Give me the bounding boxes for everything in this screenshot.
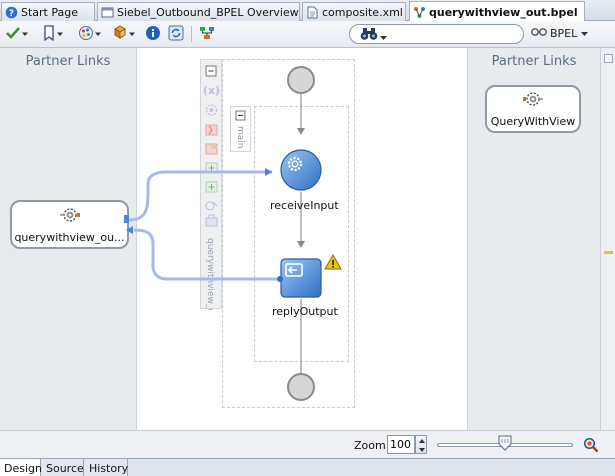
refresh-icon <box>168 25 184 44</box>
bpel-process-icon <box>413 6 426 19</box>
search-box[interactable] <box>349 24 524 44</box>
document-icon <box>306 6 319 19</box>
layout-icon <box>199 25 215 44</box>
zoom-label: Zoom: <box>354 439 390 452</box>
bpel-label: BPEL <box>550 27 578 40</box>
vertical-scrollbar[interactable] <box>600 48 615 430</box>
connector-arrow <box>126 226 133 234</box>
deploy-button[interactable] <box>112 24 136 44</box>
invoke-connector[interactable] <box>128 170 272 222</box>
tab-label: querywithview_out.bpel <box>429 5 578 19</box>
refresh-button[interactable] <box>168 25 184 43</box>
zoom-spinner[interactable] <box>415 435 427 454</box>
search-input[interactable] <box>392 27 518 42</box>
chevron-down-icon <box>581 27 589 40</box>
flow-arrow <box>297 241 305 248</box>
deploy-icon <box>112 24 128 44</box>
zoom-input[interactable]: 100 <box>387 435 415 454</box>
bpel-flow-diagram <box>124 66 342 401</box>
tab-label: Siebel_Outbound_BPEL Overview <box>117 5 299 19</box>
tab-siebel-overview[interactable]: Siebel_Outbound_BPEL Overview <box>97 2 300 21</box>
start-node[interactable] <box>287 66 315 94</box>
overview-icon <box>101 6 114 19</box>
checkmark-icon <box>5 25 21 44</box>
tab-start-page[interactable]: ? Start Page <box>1 2 95 21</box>
zoom-bar: Zoom: 100 <box>0 430 615 458</box>
binoculars-icon <box>360 27 378 44</box>
reply-output-label: replyOutput <box>272 305 338 318</box>
zoom-slider-thumb[interactable] <box>498 435 512 451</box>
warning-marker[interactable] <box>604 251 613 254</box>
glasses-icon <box>531 27 547 40</box>
zoom-fit-button[interactable] <box>583 437 599 453</box>
tab-design[interactable]: Design <box>0 459 42 476</box>
chevron-down-icon <box>128 28 136 41</box>
tab-label: Start Page <box>21 5 78 19</box>
end-node[interactable] <box>287 373 315 401</box>
flow-arrow <box>297 128 305 135</box>
toolbar-separator <box>191 26 192 42</box>
receive-input-label: receiveInput <box>270 199 339 212</box>
palette-button[interactable] <box>78 25 102 43</box>
chevron-down-icon <box>56 28 64 41</box>
connector-port <box>124 215 129 223</box>
palette-icon <box>78 25 94 44</box>
editor-tab-bar: ? Start Page Siebel_Outbound_BPEL Overvi… <box>0 0 615 22</box>
info-icon <box>145 25 161 44</box>
layout-button[interactable] <box>199 25 215 43</box>
reply-connector[interactable] <box>133 228 278 281</box>
tab-querywithview-bpel[interactable]: querywithview_out.bpel <box>409 1 585 22</box>
svg-text:?: ? <box>9 9 14 19</box>
bookmark-button[interactable] <box>42 24 64 44</box>
magnifier-icon <box>583 437 599 453</box>
spin-up-icon[interactable] <box>419 439 425 443</box>
scroll-up-arrow[interactable] <box>604 54 613 63</box>
tab-label: composite.xml <box>322 5 403 19</box>
reply-output-activity[interactable] <box>277 258 322 298</box>
zoom-value: 100 <box>390 438 411 451</box>
bpel-editor-window: ? Start Page Siebel_Outbound_BPEL Overvi… <box>0 0 615 476</box>
chevron-down-icon[interactable] <box>380 31 387 44</box>
connector-arrow <box>265 168 272 176</box>
chevron-down-icon <box>21 28 29 41</box>
tab-history[interactable]: History <box>85 459 128 476</box>
bpel-view-dropdown[interactable]: BPEL <box>531 24 589 43</box>
bookmark-icon <box>42 24 56 44</box>
help-icon: ? <box>5 6 18 19</box>
info-button[interactable] <box>145 25 161 43</box>
warning-icon[interactable] <box>324 253 342 270</box>
receive-input-activity[interactable] <box>280 149 322 191</box>
spin-down-icon[interactable] <box>419 448 425 452</box>
bpel-canvas[interactable]: Partner Links querywithview_ou... Partne… <box>0 48 600 430</box>
editor-view-tabs: Design Source History <box>0 458 615 476</box>
tab-source[interactable]: Source <box>42 459 84 476</box>
validate-button[interactable] <box>5 25 29 43</box>
tab-composite-xml[interactable]: composite.xml <box>302 2 406 21</box>
chevron-down-icon <box>94 28 102 41</box>
